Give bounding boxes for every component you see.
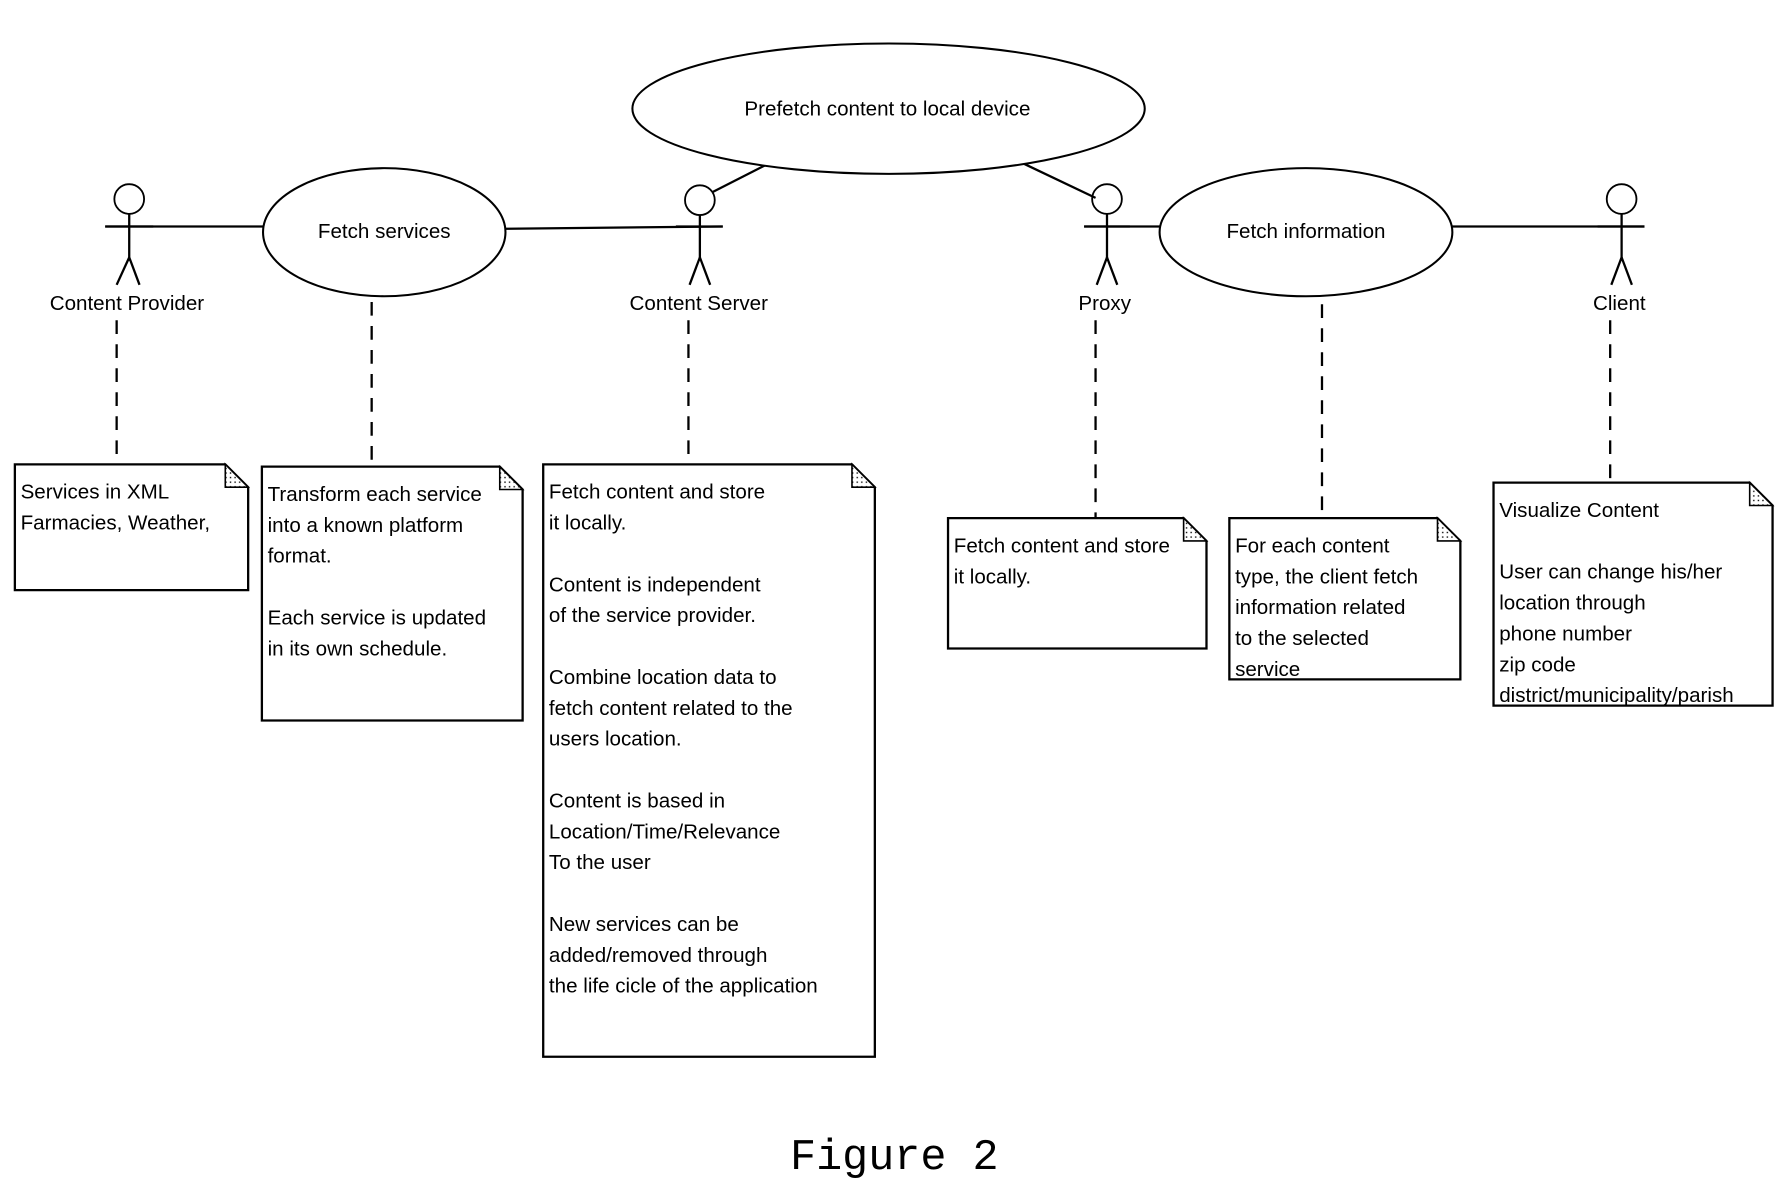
stick-figure-icon — [105, 183, 154, 286]
actor-client: Client — [1593, 183, 1646, 315]
stick-figure-icon — [1084, 183, 1130, 286]
note-line: fetch content related to the — [549, 697, 793, 720]
note-body — [542, 463, 876, 1058]
stick-figure-icon — [675, 184, 723, 286]
note-line: in its own schedule. — [268, 637, 448, 660]
note-line: Content is independent — [549, 573, 761, 596]
note-fetch-services: Transform each service into a known platf… — [260, 464, 525, 722]
note-line: Farmacies, Weather, — [21, 512, 210, 535]
note-line: Location/Time/Relevance — [549, 820, 780, 843]
note-line: Transform each service — [268, 483, 482, 506]
use-case-fetch-information-label: Fetch information — [1226, 220, 1385, 243]
note-line: zip code — [1499, 653, 1576, 676]
figure-caption: Figure 2 — [790, 1134, 999, 1183]
note-line: Fetch content and store — [549, 481, 765, 504]
note-line: it locally. — [954, 565, 1031, 588]
note-fold-corner-icon — [498, 464, 525, 491]
note-line: users location. — [549, 728, 682, 751]
note-line: type, the client fetch — [1235, 565, 1418, 588]
note-line: New services can be — [549, 913, 739, 936]
note-line: format. — [268, 545, 332, 568]
use-case-prefetch-label: Prefetch content to local device — [744, 98, 1030, 121]
note-line: of the service provider. — [549, 604, 756, 627]
actor-proxy: Proxy — [1078, 183, 1132, 315]
note-fold-corner-icon — [1436, 516, 1463, 542]
note-line: into a known platform — [268, 514, 464, 537]
association-server-prefetch — [711, 163, 767, 194]
note-fold-corner-icon — [851, 462, 877, 489]
note-line: Fetch content and store — [954, 534, 1170, 557]
use-case-fetch-services: Fetch services — [261, 167, 507, 298]
note-line: phone number — [1499, 622, 1632, 645]
note-line: service — [1235, 658, 1300, 681]
note-fold-corner-icon — [1182, 516, 1209, 542]
note-line: information related — [1235, 596, 1405, 619]
actor-content-server: Content Server — [630, 184, 769, 315]
note-fold-corner-icon — [224, 462, 251, 489]
note-proxy: Fetch content and store it locally. — [946, 516, 1209, 650]
actor-content-provider-label: Content Provider — [50, 292, 205, 315]
stick-figure-icon — [1597, 183, 1645, 286]
note-line: district/municipality/parish — [1499, 684, 1733, 707]
note-line: Services in XML — [21, 481, 170, 504]
note-content-server: Fetch content and store it locally. Conten… — [542, 462, 877, 1058]
note-line: To the user — [549, 851, 651, 874]
note-content-provider: Services in XML Farmacies, Weather, — [13, 462, 251, 592]
note-line: Content is based in — [549, 789, 725, 812]
use-case-fetch-services-label: Fetch services — [318, 220, 451, 243]
note-line: Combine location data to — [549, 666, 777, 689]
use-case-diagram: Prefetch content to local device Fetch s… — [13, 42, 1775, 1183]
note-fold-corner-icon — [1748, 480, 1775, 507]
actor-client-label: Client — [1593, 292, 1646, 315]
association-prefetch-proxy — [1023, 162, 1097, 199]
use-case-fetch-information: Fetch information — [1158, 167, 1454, 298]
use-case-prefetch: Prefetch content to local device — [631, 42, 1146, 175]
note-line: For each content — [1235, 534, 1390, 557]
actor-content-provider: Content Provider — [50, 183, 205, 315]
note-client: Visualize Content User can change his/her… — [1492, 480, 1775, 707]
actor-content-server-label: Content Server — [630, 292, 769, 315]
note-line: it locally. — [549, 512, 626, 535]
actor-proxy-label: Proxy — [1078, 292, 1131, 315]
note-line: the life cicle of the application — [549, 975, 818, 998]
note-line: location through — [1499, 592, 1645, 615]
note-line: Visualize Content — [1499, 499, 1659, 522]
note-line: to the selected — [1235, 627, 1369, 650]
note-line: added/removed through — [549, 944, 768, 967]
note-line: User can change his/her — [1499, 561, 1722, 584]
note-fetch-information: For each content type, the client fetch in… — [1228, 516, 1463, 681]
note-line: Each service is updated — [268, 606, 486, 629]
